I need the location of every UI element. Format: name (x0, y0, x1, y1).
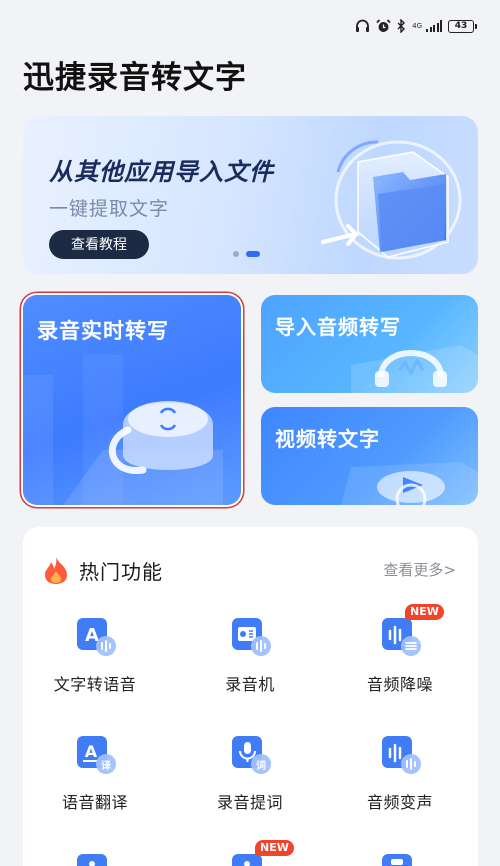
realtime-transcribe-label: 录音实时转写 (37, 319, 169, 343)
banner-subtitle: 一键提取文字 (49, 198, 170, 220)
teleprompter-badge-char: 词 (256, 761, 266, 772)
view-more-link[interactable]: 查看更多> (383, 559, 456, 580)
tool-label: 语音翻译 (61, 793, 128, 812)
realtime-transcribe-card[interactable]: 录音实时转写 (23, 295, 241, 505)
tool-row3-3[interactable] (330, 851, 470, 866)
headset-illustration (351, 345, 478, 393)
text-to-speech-icon: A (74, 615, 116, 657)
carousel-dot (233, 251, 239, 257)
new-badge: NEW (405, 604, 444, 620)
hot-features-header: 热门功能 (43, 555, 163, 585)
tool-voice-translate[interactable]: A 译 语音翻译 (25, 733, 165, 813)
tool-recorder[interactable]: 录音机 (180, 615, 320, 695)
battery-icon: 43 (448, 19, 477, 33)
recording-device-icon (23, 355, 223, 505)
bluetooth-icon (397, 19, 406, 33)
voice-changer-icon (379, 733, 421, 775)
folder-illustration (321, 140, 462, 260)
tool-audio-denoise[interactable]: NEW 音频降噪 (330, 604, 470, 695)
hot-features-title: 热门功能 (79, 559, 163, 584)
tool-row3-2-icon: NEW (229, 840, 294, 866)
svg-text:A: A (85, 742, 98, 761)
tool-label: 录音机 (225, 675, 275, 694)
video-to-text-card[interactable]: 视频转文字 (261, 407, 478, 505)
tool-row3-3-icon (379, 851, 421, 866)
tool-label: 音频变声 (366, 793, 433, 812)
status-bar: 4G 43 (0, 0, 500, 44)
tool-label: 文字转语音 (53, 675, 137, 694)
battery-level: 43 (454, 20, 468, 31)
signal-icon (426, 20, 442, 32)
network-type: 4G (412, 22, 422, 30)
banner-title: 从其他应用导入文件 (49, 158, 274, 186)
tool-label: 录音提词 (216, 793, 283, 812)
tool-teleprompter[interactable]: 词 录音提词 (180, 733, 320, 813)
new-badge: NEW (255, 840, 294, 856)
alarm-icon (376, 18, 391, 32)
view-tutorial-button[interactable]: 查看教程 (49, 230, 149, 259)
tool-row3-1-icon (74, 851, 116, 866)
recorder-icon (229, 615, 271, 657)
tool-row3-1[interactable] (25, 851, 165, 866)
tool-text-to-speech[interactable]: A 文字转语音 (25, 615, 165, 695)
tool-label: 音频降噪 (366, 675, 433, 694)
carousel-indicator (233, 251, 260, 257)
headphones-icon (356, 19, 370, 32)
page-title: 迅捷录音转文字 (23, 60, 247, 96)
translate-badge-char: 译 (101, 761, 111, 772)
carousel-dot-active (246, 251, 260, 257)
hot-features-panel: 热门功能 查看更多> A 文字转语音 录音机 NEW 音频降噪 A 译 语音翻译… (23, 527, 478, 866)
voice-translate-icon: A 译 (74, 733, 116, 775)
status-icons: 4G 43 (355, 18, 477, 34)
network-label: 4G (412, 22, 422, 30)
tool-voice-changer[interactable]: 音频变声 (330, 733, 470, 813)
tool-row3-2[interactable]: NEW (180, 840, 320, 866)
video-play-illustration (341, 462, 478, 505)
import-audio-card[interactable]: 导入音频转写 (261, 295, 478, 393)
promo-banner[interactable]: 从其他应用导入文件 一键提取文字 查看教程 (23, 116, 478, 274)
audio-denoise-icon: NEW (379, 604, 444, 657)
flame-icon (45, 556, 67, 584)
teleprompter-icon: 词 (229, 733, 271, 775)
